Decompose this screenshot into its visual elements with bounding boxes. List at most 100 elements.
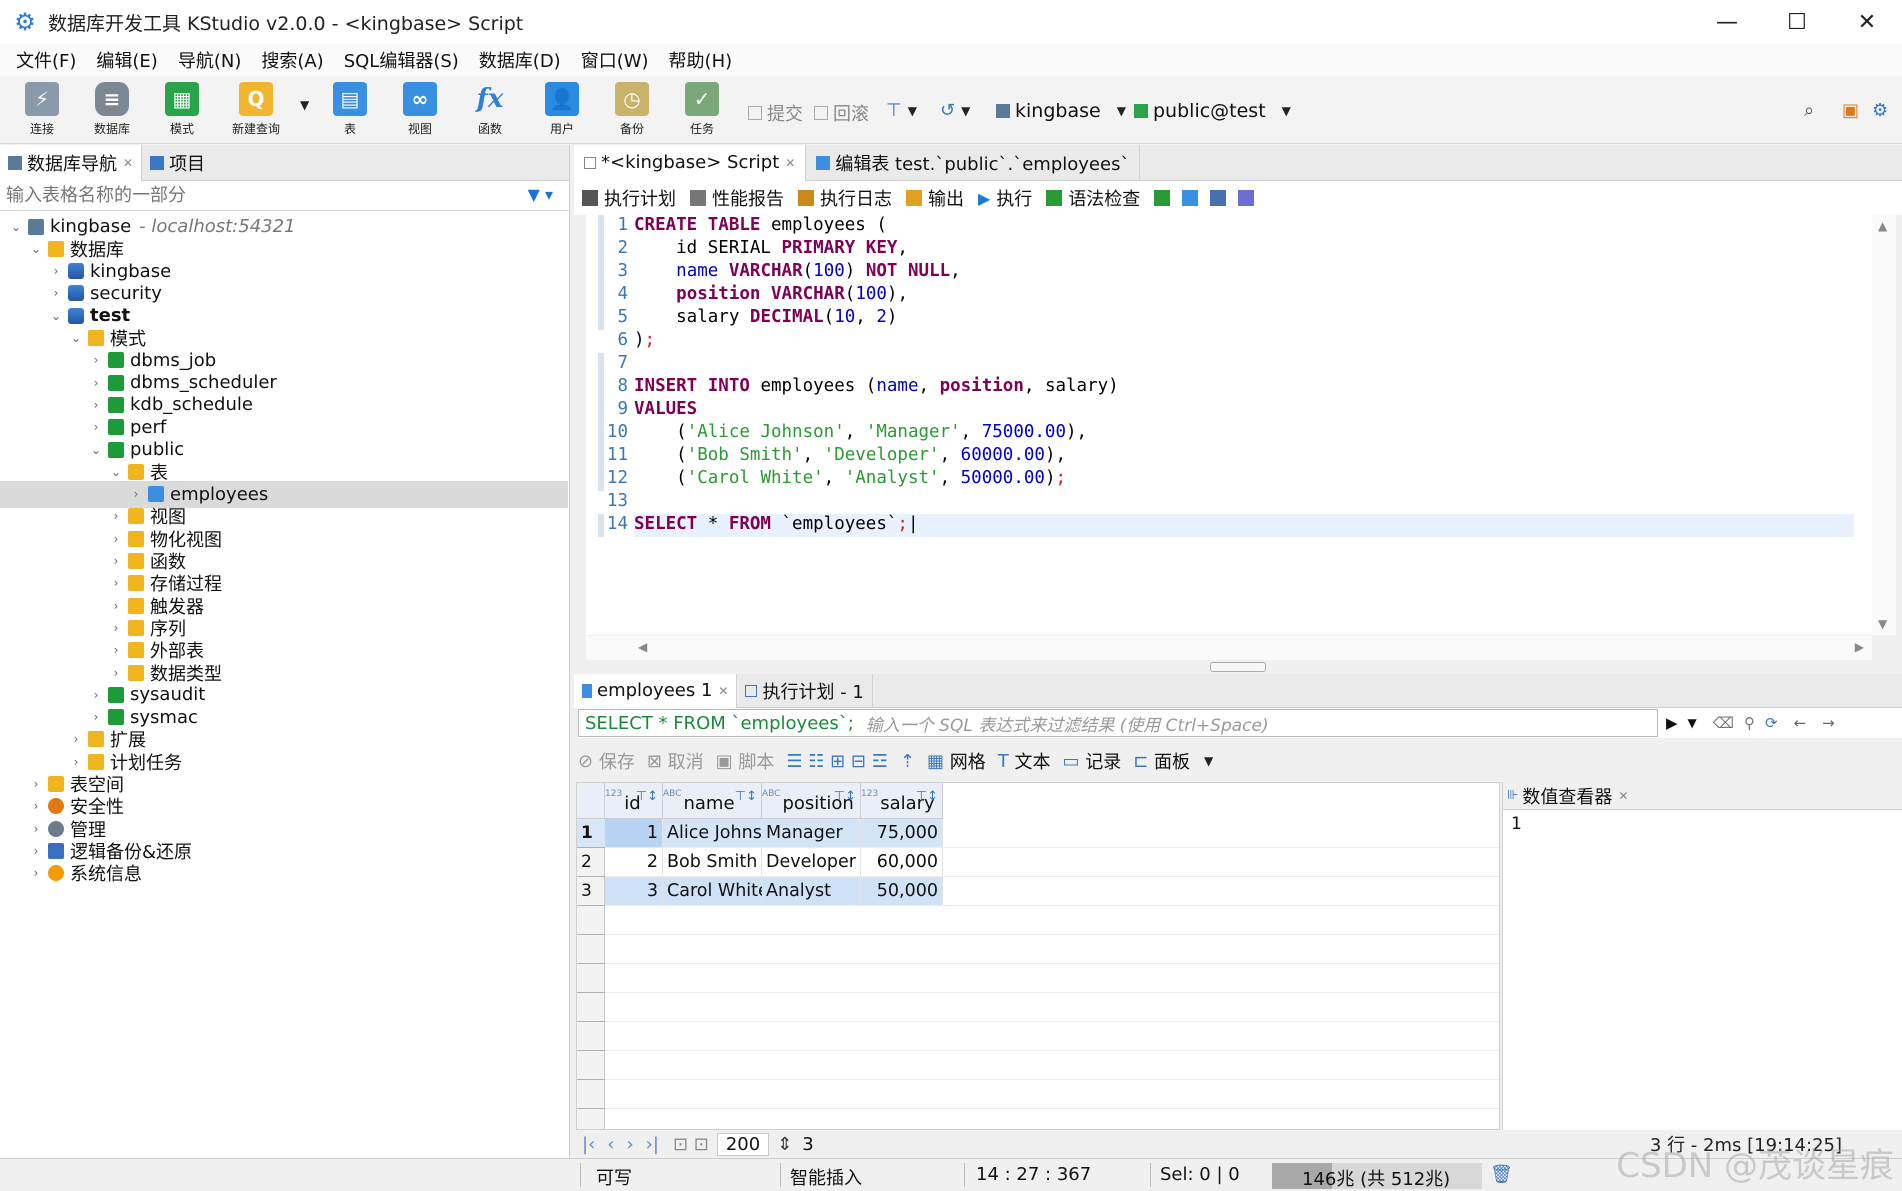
chevron-down-icon[interactable]: ⌄ [88,443,104,457]
table-button[interactable]: ▤ 表 [320,82,380,140]
chevron-down-icon[interactable]: ⌄ [68,331,84,345]
garbage-collect-icon[interactable]: 🗑 [1490,1164,1513,1185]
first-page-icon[interactable]: |‹ [582,1134,595,1155]
tab-employees-result[interactable]: employees 1 ✕ [574,673,738,708]
grid-corner[interactable] [577,783,605,819]
scroll-up-icon[interactable]: ▲ [1878,219,1887,233]
menu-search[interactable]: 搜索(A) [251,47,333,73]
next-page-icon[interactable]: › [626,1134,633,1155]
schema-button[interactable]: ▦ 模式 [152,82,212,140]
menu-navigate[interactable]: 导航(N) [168,47,252,73]
tree-item[interactable]: › 系统信息 [0,860,568,887]
tab-execution-plan[interactable]: 执行计划 - 1 [737,673,873,708]
connect-button[interactable]: ⚡ 连接 [12,82,72,140]
refresh-icon[interactable]: ⟳ [1765,714,1778,732]
table-filter-input[interactable] [0,181,510,210]
panel-button[interactable]: ⊏ 面板 ▼ [1133,748,1213,774]
heap-memory-bar[interactable]: 146兆 (共 512兆) [1272,1163,1482,1190]
grid-view-button[interactable]: ▦ 网格 [927,748,986,774]
connection-selector[interactable]: kingbase ▼ [996,100,1126,122]
splitter-grip[interactable] [1210,662,1266,672]
menu-edit[interactable]: 编辑(E) [86,47,167,73]
grid-cell-position[interactable]: Manager [762,819,861,848]
menu-window[interactable]: 窗口(W) [571,47,659,73]
tab-edit-table[interactable]: 编辑表 test.`public`.`employees` [806,144,1141,181]
grid-cell-id[interactable]: 3 [605,877,663,906]
output-button[interactable]: 输出 [906,185,964,211]
chevron-right-icon[interactable]: › [88,376,104,390]
task-button[interactable]: ✓ 任务 [672,82,732,140]
backup-button[interactable]: ◷ 备份 [602,82,662,140]
row-number[interactable]: 1 [577,819,605,848]
column-header-position[interactable]: ABC position ⊤↕ [762,783,861,819]
row-number[interactable] [577,1080,605,1109]
apply-filter-icon[interactable]: ▶ [1666,714,1678,732]
chevron-right-icon[interactable]: › [88,398,104,412]
close-tab-icon[interactable]: ✕ [785,156,795,170]
row-number[interactable] [577,964,605,993]
filter-settings-icon[interactable]: ⚲ [1744,714,1755,732]
chevron-right-icon[interactable]: › [68,732,84,746]
last-page-icon[interactable]: ›| [646,1134,659,1155]
cancel-button[interactable]: ⊠ 取消 [647,748,704,774]
sql-code-editor[interactable]: 1 2 3 4 5 6 7 8 9 10 11 12 13 14 CREATE TABLE employe… [586,215,1872,635]
menu-sql-editor[interactable]: SQL编辑器(S) [334,47,469,73]
fetch-size-icons[interactable]: ⊡ ⊡ [673,1134,709,1155]
filter-history-icon[interactable]: ▼ [1688,716,1697,730]
execution-log-button[interactable]: 执行日志 [798,185,892,211]
execution-plan-button[interactable]: 执行计划 [582,185,676,211]
grid-cell-position[interactable]: Analyst [762,877,861,906]
maximize-button[interactable]: ☐ [1762,0,1832,44]
chevron-right-icon[interactable]: › [68,755,84,769]
grid-cell-name[interactable]: Bob Smith [663,848,762,877]
grid-cell-name[interactable]: Carol White [663,877,769,906]
execute-button[interactable]: ▶ 执行 [978,185,1032,211]
row-number[interactable] [577,1109,605,1129]
chevron-down-icon[interactable]: ⌄ [108,465,124,479]
results-grid[interactable]: 123 123 id ⊤↕ ABC name ⊤↕ ABC position ⊤↕ 123 sala… [576,782,1500,1130]
export-icon[interactable]: ⇡ [900,751,915,772]
text-view-button[interactable]: T 文本 [998,748,1051,774]
editor-results-splitter[interactable] [574,660,1902,674]
user-button[interactable]: 👤 用户 [532,82,592,140]
grid-cell-position[interactable]: Developer [762,848,861,877]
row-number[interactable] [577,906,605,935]
chevron-right-icon[interactable]: › [108,509,124,523]
transaction-mode-button[interactable]: ⊤ ▼ [886,100,917,121]
chevron-down-icon[interactable]: ⌄ [48,309,64,323]
chevron-right-icon[interactable]: › [108,643,124,657]
scroll-down-icon[interactable]: ▼ [1878,617,1887,631]
chevron-right-icon[interactable]: › [108,554,124,568]
row-number[interactable]: 2 [577,848,605,877]
row-number[interactable] [577,1051,605,1080]
grid-cell-salary[interactable]: 75,000 [861,819,943,848]
format-icon[interactable] [1154,190,1171,206]
schema-selector[interactable]: public@test ▼ [1134,100,1291,122]
sort-filter-icon[interactable]: ⊤↕ [834,789,856,804]
close-tab-icon[interactable]: ✕ [718,684,728,698]
column-header-salary[interactable]: 123 salary ⊤↕ [861,783,943,819]
chevron-right-icon[interactable]: › [28,866,44,880]
result-filter-input[interactable]: SELECT * FROM `employees`; 输入一个 SQL 表达式来… [578,709,1658,737]
chevron-right-icon[interactable]: › [28,777,44,791]
chevron-right-icon[interactable]: › [108,621,124,635]
rollback-button[interactable]: 回滚 [814,100,869,126]
tab-project[interactable]: 项目 [142,150,213,176]
tab-kingbase-script[interactable]: *<kingbase> Script ✕ [574,144,807,181]
grid-cell-id[interactable]: 2 [605,848,663,877]
function-button[interactable]: fx 函数 [460,82,520,140]
database-button[interactable]: ≡ 数据库 [82,82,142,140]
prev-page-icon[interactable]: ‹ [607,1134,614,1155]
chevron-right-icon[interactable]: › [128,487,144,501]
commit-button[interactable]: 提交 [748,100,803,126]
chevron-right-icon[interactable]: › [28,844,44,858]
view-button[interactable]: ∞ 视图 [390,82,450,140]
filter-funnel-icon[interactable]: ▼ ▾ [528,185,553,204]
menu-help[interactable]: 帮助(H) [659,47,743,73]
chevron-right-icon[interactable]: › [88,420,104,434]
grid-cell-salary[interactable]: 50,000 [861,877,943,906]
scroll-left-icon[interactable]: ◀ [638,640,647,654]
chevron-right-icon[interactable]: › [108,666,124,680]
grid-cell-id[interactable]: 1 [605,819,663,848]
grid-cell-name[interactable]: Alice Johnson [663,819,784,848]
